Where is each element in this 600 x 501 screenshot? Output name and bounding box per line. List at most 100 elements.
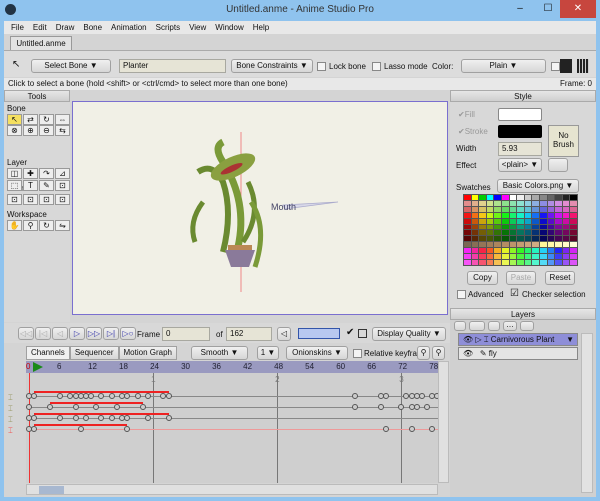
keyframe[interactable] — [144, 415, 151, 421]
palette-swatch[interactable] — [570, 254, 577, 260]
keyframe[interactable] — [413, 404, 420, 410]
palette-swatch[interactable] — [547, 212, 555, 218]
palette-swatch[interactable] — [471, 248, 479, 254]
scroll-thumb[interactable] — [39, 486, 64, 494]
menu-window[interactable]: Window — [215, 21, 243, 34]
palette-swatch[interactable] — [532, 212, 539, 218]
palette-swatch[interactable] — [471, 224, 479, 230]
palette-swatch[interactable] — [562, 212, 570, 218]
keyframe[interactable] — [165, 393, 172, 399]
swatches-dropdown[interactable]: Basic Colors.png ▼ — [497, 179, 579, 193]
palette-swatch[interactable] — [517, 248, 524, 254]
palette-swatch[interactable] — [570, 218, 577, 224]
keyframe[interactable] — [57, 393, 64, 399]
bars-icon[interactable] — [577, 59, 589, 73]
palette-swatch[interactable] — [471, 212, 479, 218]
palette-swatch[interactable] — [562, 218, 570, 224]
tab-sequencer[interactable]: Sequencer — [69, 346, 119, 360]
total-frames-input[interactable]: 162 — [226, 327, 272, 341]
palette-swatch[interactable] — [555, 248, 562, 254]
last-frame-icon[interactable]: ▷| — [103, 327, 119, 340]
menu-edit[interactable]: Edit — [33, 21, 47, 34]
palette-swatch[interactable] — [464, 248, 471, 254]
timeline-vertical-scrollbar[interactable] — [438, 361, 449, 483]
palette-swatch[interactable] — [539, 206, 547, 212]
palette-swatch[interactable] — [464, 236, 471, 242]
palette-swatch[interactable] — [517, 230, 524, 236]
palette-swatch[interactable] — [539, 212, 547, 218]
palette-swatch[interactable] — [524, 248, 532, 254]
palette-swatch[interactable] — [524, 260, 532, 265]
palette-swatch[interactable] — [471, 242, 479, 248]
palette-swatch[interactable] — [562, 260, 570, 265]
palette-swatch[interactable] — [532, 248, 539, 254]
palette-swatch[interactable] — [494, 254, 501, 260]
more-icon[interactable]: … — [503, 321, 517, 331]
timeline-tracks[interactable]: 1 2 3 — [26, 373, 441, 483]
palette-swatch[interactable] — [532, 260, 539, 265]
tool-button[interactable]: ⇄ — [23, 114, 38, 125]
palette-swatch[interactable] — [517, 224, 524, 230]
frame-input[interactable]: 0 — [162, 327, 210, 341]
palette-swatch[interactable] — [471, 236, 479, 242]
keyframe[interactable] — [72, 404, 79, 410]
palette-swatch[interactable] — [524, 230, 532, 236]
bone-name-input[interactable]: Planter — [119, 59, 226, 73]
keyframe[interactable] — [72, 415, 79, 421]
palette-swatch[interactable] — [471, 260, 479, 265]
fill-color-swatch[interactable] — [498, 108, 542, 121]
palette-swatch[interactable] — [471, 254, 479, 260]
tool-button[interactable]: ⊡ — [7, 194, 22, 205]
palette-swatch[interactable] — [501, 218, 509, 224]
zoom-in-icon[interactable]: ⚲ — [432, 346, 445, 360]
copy-style-button[interactable]: Copy — [467, 271, 498, 285]
menu-animation[interactable]: Animation — [111, 21, 147, 34]
menu-view[interactable]: View — [189, 21, 206, 34]
palette-swatch[interactable] — [494, 236, 501, 242]
palette-swatch[interactable] — [570, 236, 577, 242]
effect-settings-button[interactable] — [548, 158, 568, 172]
palette-swatch[interactable] — [486, 248, 494, 254]
keyframe[interactable] — [108, 415, 115, 421]
palette-swatch[interactable] — [479, 218, 486, 224]
palette-swatch[interactable] — [464, 206, 471, 212]
tool-button[interactable]: ◫ — [7, 168, 22, 179]
keyframe[interactable] — [93, 404, 100, 410]
lasso-mode-checkbox[interactable] — [372, 62, 381, 71]
bone-constraints-button[interactable]: Bone Constraints ▼ — [231, 59, 313, 73]
palette-swatch[interactable] — [501, 212, 509, 218]
palette-swatch[interactable] — [547, 248, 555, 254]
palette-swatch[interactable] — [494, 206, 501, 212]
visibility-eye-icon[interactable]: 👁 — [463, 349, 473, 358]
palette-swatch[interactable] — [532, 230, 539, 236]
palette-swatch[interactable] — [494, 224, 501, 230]
palette-swatch[interactable] — [479, 236, 486, 242]
palette-swatch[interactable] — [509, 206, 517, 212]
brush-button[interactable]: No Brush — [548, 125, 579, 157]
keyframe[interactable] — [424, 404, 431, 410]
silhouette-icon[interactable] — [560, 59, 572, 73]
palette-swatch[interactable] — [494, 260, 501, 265]
step-dropdown[interactable]: 1 ▼ — [257, 346, 279, 360]
next-frame-icon[interactable]: ▷▷ — [86, 327, 102, 340]
palette-swatch[interactable] — [509, 260, 517, 265]
keyframe[interactable] — [77, 426, 84, 432]
tool-button[interactable]: ⊡ — [55, 180, 70, 191]
palette-swatch[interactable] — [562, 200, 570, 206]
palette-swatch[interactable] — [547, 218, 555, 224]
loop-icon[interactable]: ▷○ — [120, 327, 136, 340]
palette-swatch[interactable] — [524, 212, 532, 218]
palette-swatch[interactable] — [524, 200, 532, 206]
palette-swatch[interactable] — [562, 236, 570, 242]
tab-motion-graph[interactable]: Motion Graph — [118, 346, 177, 360]
tool-button[interactable]: ⊗ — [7, 125, 22, 136]
menu-help[interactable]: Help — [253, 21, 269, 34]
palette-swatch[interactable] — [532, 254, 539, 260]
keyframe[interactable] — [108, 393, 115, 399]
palette-swatch[interactable] — [517, 236, 524, 242]
palette-swatch[interactable] — [509, 218, 517, 224]
palette-swatch[interactable] — [524, 195, 532, 200]
color-palette[interactable] — [463, 194, 578, 266]
palette-swatch[interactable] — [464, 224, 471, 230]
checkmark-icon[interactable]: ✔ — [346, 327, 354, 338]
